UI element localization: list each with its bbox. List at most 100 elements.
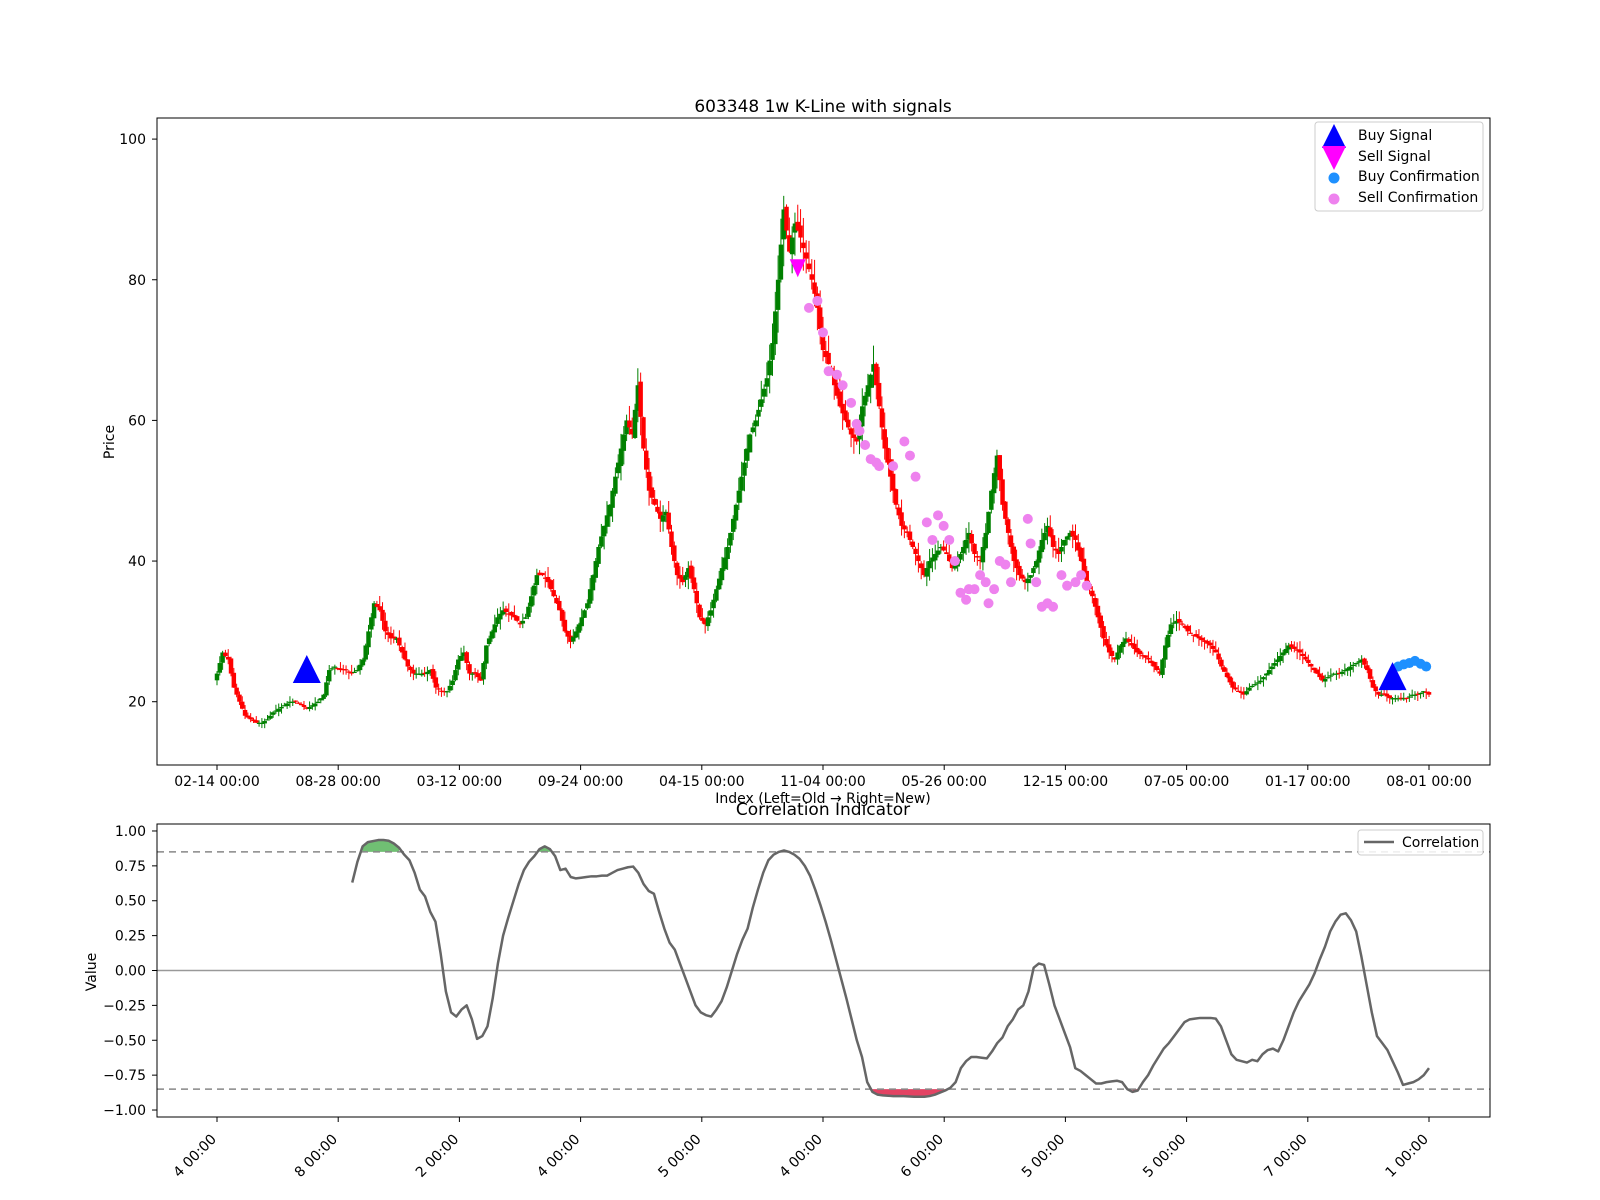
candle-body — [691, 577, 697, 590]
candle-body — [1266, 670, 1272, 675]
candle-body — [963, 539, 969, 549]
candle-body — [599, 536, 604, 547]
candle-body — [223, 652, 228, 656]
candle-body — [391, 636, 396, 639]
candle-body — [638, 381, 643, 417]
candle-body — [997, 455, 1002, 481]
candle-body — [1048, 527, 1053, 537]
candle-body — [1303, 656, 1308, 660]
correlation-x-tick-label: 6 00:00 — [898, 1132, 947, 1181]
correlation-y-ticks: 1.00 0.75 0.50 0.25 0.00 −0.25 −0.50 −0.75 −1.00 — [103, 824, 157, 1119]
candle-body — [1387, 695, 1392, 699]
candle-body — [1036, 550, 1042, 563]
sell-confirmation-point — [818, 327, 828, 338]
candle-body — [290, 701, 295, 703]
candle-body — [402, 650, 408, 660]
candle-body — [1017, 565, 1022, 576]
candle-body — [484, 645, 489, 664]
candle-body — [214, 673, 220, 681]
correlation-legend: Correlation — [1357, 829, 1484, 856]
candle-body — [1213, 649, 1219, 653]
correlation-y-tick-label: 0.75 — [115, 859, 146, 875]
candle-body — [1224, 672, 1230, 678]
candle-body — [756, 409, 761, 417]
candle-body — [1418, 692, 1423, 695]
candle-body — [862, 395, 868, 406]
candle-body — [789, 237, 795, 255]
correlation-y-tick-label: 0.50 — [115, 894, 146, 910]
candle-body — [1000, 479, 1005, 505]
candle-body — [1062, 539, 1067, 546]
candle-body — [329, 668, 335, 670]
candle-body — [1154, 666, 1160, 671]
candle-body — [270, 712, 276, 715]
candle-body — [1292, 646, 1297, 649]
candle-body — [369, 617, 374, 630]
correlation-chart: Correlation Indicator 1.00 0.75 0.50 0.25 0.… — [84, 800, 1491, 1181]
kline-x-tick-label: 01-17 00:00 — [1265, 774, 1350, 790]
sell-confirmation-point — [874, 461, 885, 472]
candle-body — [618, 448, 624, 467]
candle-body — [254, 720, 259, 723]
sell-confirmation-point — [910, 471, 921, 482]
candle-body — [1050, 535, 1056, 547]
signal-markers-group — [292, 259, 1432, 691]
candle-body — [242, 709, 248, 716]
sell-confirmation-point — [837, 380, 848, 391]
sell-confirmation-point — [1025, 538, 1036, 549]
sell-confirmation-point — [860, 440, 871, 451]
candle-body — [486, 638, 492, 645]
sell-confirmation-point — [1056, 570, 1067, 581]
sell-confirmation-point — [927, 534, 938, 545]
candle-body — [1328, 675, 1334, 677]
candle-body — [1306, 659, 1311, 664]
candle-body — [1005, 519, 1011, 533]
candle-body — [770, 343, 775, 360]
candle-body — [1339, 671, 1345, 674]
candle-body — [989, 490, 994, 510]
correlation-x-tick-label: 4 00:00 — [171, 1132, 220, 1181]
correlation-x-tick-label: 4 00:00 — [534, 1132, 583, 1181]
candle-body — [742, 462, 747, 476]
kline-x-ticks: 02-14 00:00 08-28 00:00 03-12 00:00 09-24 0… — [174, 765, 1472, 790]
candle-body — [1272, 663, 1277, 666]
candle-body — [279, 706, 284, 709]
candle-body — [641, 417, 646, 449]
candle-body — [1146, 657, 1151, 660]
candle-body — [1028, 575, 1033, 578]
candle-body — [1373, 686, 1378, 692]
candle-body — [523, 617, 528, 619]
candle-body — [1019, 574, 1025, 579]
sell-confirmation-point — [1000, 559, 1011, 570]
candle-body — [803, 252, 809, 259]
candle-body — [411, 669, 416, 674]
candle-body — [1165, 634, 1171, 648]
correlation-y-tick-label: 0.25 — [115, 929, 146, 945]
candle-body — [262, 721, 267, 724]
legend-buy-signal-label: Buy Signal — [1358, 128, 1432, 144]
correlation-x-tick-label: 5 00:00 — [655, 1132, 704, 1181]
buy-confirmation-point — [1421, 661, 1432, 672]
candle-body — [1039, 539, 1045, 553]
correlation-x-tick-label: 1 00:00 — [1383, 1132, 1432, 1181]
candles-group — [214, 195, 1432, 729]
candle-body — [1233, 687, 1238, 690]
kline-legend: Buy Signal Sell Signal Buy Confirmation … — [1314, 121, 1484, 212]
candle-body — [1351, 664, 1356, 666]
candle-body — [1250, 685, 1255, 688]
candle-body — [722, 557, 728, 570]
candle-body — [1325, 677, 1331, 679]
kline-y-tick-label: 20 — [128, 695, 146, 711]
candle-body — [761, 388, 767, 397]
kline-x-tick-label: 07-05 00:00 — [1144, 774, 1229, 790]
candle-body — [644, 450, 649, 470]
correlation-y-tick-label: −0.50 — [103, 1033, 146, 1049]
sell-confirmation-point — [1005, 577, 1016, 588]
candle-body — [969, 534, 974, 544]
candle-body — [874, 363, 879, 386]
candle-body — [1216, 653, 1221, 660]
candle-body — [674, 562, 680, 576]
candle-body — [714, 589, 719, 601]
sell-confirmation-point — [846, 397, 857, 408]
candle-body — [301, 705, 307, 707]
